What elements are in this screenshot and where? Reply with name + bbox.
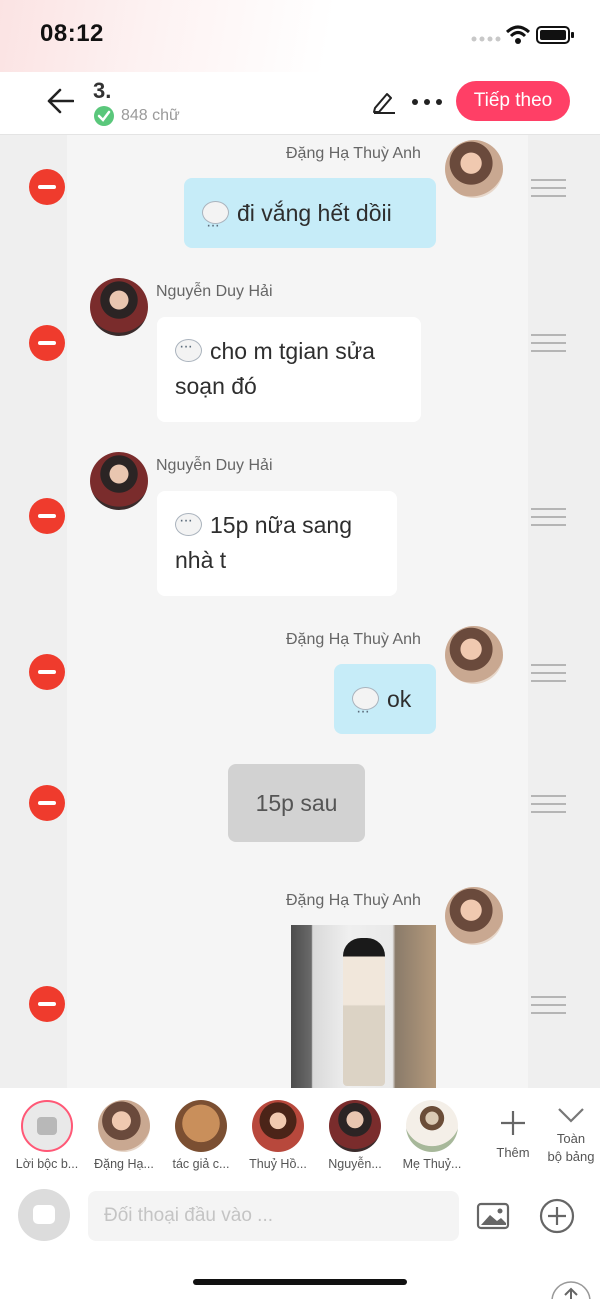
- avatar: [98, 1100, 150, 1152]
- add-character-button[interactable]: Thêm: [487, 1108, 539, 1160]
- message-bubble[interactable]: đi vắng hết dồii: [184, 178, 436, 261]
- character-label: Lời bộc b...: [15, 1157, 79, 1171]
- character-item[interactable]: Mẹ Thuỷ...: [392, 1100, 472, 1171]
- check-icon: [94, 106, 114, 126]
- scroll-top-icon[interactable]: [550, 1280, 592, 1299]
- plus-icon: [501, 1111, 525, 1135]
- status-time: 08:12: [40, 20, 104, 47]
- drag-handle-icon[interactable]: [531, 508, 566, 528]
- avatar-nguyen-duy-hai[interactable]: [90, 278, 148, 336]
- next-button[interactable]: Tiếp theo: [456, 81, 570, 121]
- avatar-nguyen-duy-hai[interactable]: [90, 452, 148, 510]
- avatar: [252, 1100, 304, 1152]
- chat-bubble-icon: [175, 503, 202, 538]
- speaker-name: Đặng Hạ Thuỳ Anh: [286, 631, 421, 648]
- delete-icon[interactable]: [29, 169, 65, 205]
- speaker-name: Đặng Hạ Thuỳ Anh: [286, 145, 421, 162]
- character-narration[interactable]: Lời bộc b...: [7, 1100, 87, 1171]
- drag-handle-icon[interactable]: [531, 179, 566, 199]
- character-item[interactable]: tác giả c...: [161, 1100, 241, 1171]
- avatar-dang-ha-thuy-anh[interactable]: [445, 626, 503, 684]
- avatar-dang-ha-thuy-anh[interactable]: [445, 887, 503, 945]
- character-label: Nguyễn...: [328, 1157, 382, 1171]
- delete-icon[interactable]: [29, 325, 65, 361]
- photo-figure: [343, 938, 385, 1086]
- character-label: Thuỷ Hồ...: [249, 1157, 307, 1171]
- speaker-name: Nguyễn Duy Hải: [156, 457, 273, 474]
- more-icon[interactable]: [411, 97, 443, 107]
- chat-bubble-icon: [202, 191, 229, 261]
- home-indicator: [193, 1279, 407, 1285]
- chevron-down-icon: [558, 1108, 584, 1123]
- message-bubble[interactable]: ok: [334, 664, 436, 747]
- narration-toggle-button[interactable]: [18, 1189, 70, 1241]
- battery-icon: [536, 26, 574, 44]
- delete-icon[interactable]: [29, 654, 65, 690]
- character-label: Đặng Hạ...: [94, 1157, 154, 1171]
- narration-icon: [21, 1100, 73, 1152]
- avatar: [406, 1100, 458, 1152]
- signal-icon: [471, 36, 501, 42]
- character-item[interactable]: Nguyễn...: [315, 1100, 395, 1171]
- message-bubble[interactable]: 15p nữa sang nhà t: [157, 491, 397, 596]
- speaker-name: Nguyễn Duy Hải: [156, 283, 273, 300]
- narration-bubble[interactable]: 15p sau: [228, 764, 365, 842]
- delete-icon[interactable]: [29, 498, 65, 534]
- wifi-icon: [505, 25, 531, 44]
- character-item[interactable]: Đặng Hạ...: [84, 1100, 164, 1171]
- back-arrow-icon[interactable]: [46, 88, 74, 114]
- avatar-dang-ha-thuy-anh[interactable]: [445, 140, 503, 198]
- drag-handle-icon[interactable]: [531, 334, 566, 354]
- all-board-label: Toàn: [556, 1131, 586, 1146]
- character-label: Mẹ Thuỷ...: [402, 1157, 462, 1171]
- message-text: ok: [387, 686, 412, 712]
- message-bubble[interactable]: cho m tgian sửa soạn đó: [157, 317, 421, 422]
- dialogue-input[interactable]: [88, 1191, 459, 1241]
- drag-handle-icon[interactable]: [531, 795, 566, 815]
- all-board-button[interactable]: Toàn bộ bảng: [542, 1105, 600, 1166]
- all-board-label: bộ bảng: [547, 1149, 595, 1164]
- character-label: tác giả c...: [172, 1157, 230, 1171]
- message-text: 15p nữa sang: [210, 512, 353, 538]
- image-icon[interactable]: [476, 1201, 510, 1231]
- message-text: nhà t: [175, 547, 227, 573]
- speaker-name: Đặng Hạ Thuỳ Anh: [286, 892, 421, 909]
- delete-icon[interactable]: [29, 986, 65, 1022]
- chapter-title: 3.: [93, 78, 112, 103]
- chat-bubble-icon: [352, 677, 379, 747]
- drag-handle-icon[interactable]: [531, 996, 566, 1016]
- chat-bubble-icon: [175, 329, 202, 364]
- message-text: cho m tgian sửa: [210, 338, 375, 364]
- message-text: đi vắng hết dồii: [237, 200, 392, 226]
- drag-handle-icon[interactable]: [531, 664, 566, 684]
- pencil-icon[interactable]: [371, 90, 397, 114]
- delete-icon[interactable]: [29, 785, 65, 821]
- avatar: [175, 1100, 227, 1152]
- avatar: [329, 1100, 381, 1152]
- message-text: soạn đó: [175, 373, 257, 399]
- add-circle-icon[interactable]: [538, 1197, 576, 1235]
- character-item[interactable]: Thuỷ Hồ...: [238, 1100, 318, 1171]
- word-count: 848 chữ: [121, 107, 180, 124]
- add-character-label: Thêm: [496, 1145, 530, 1160]
